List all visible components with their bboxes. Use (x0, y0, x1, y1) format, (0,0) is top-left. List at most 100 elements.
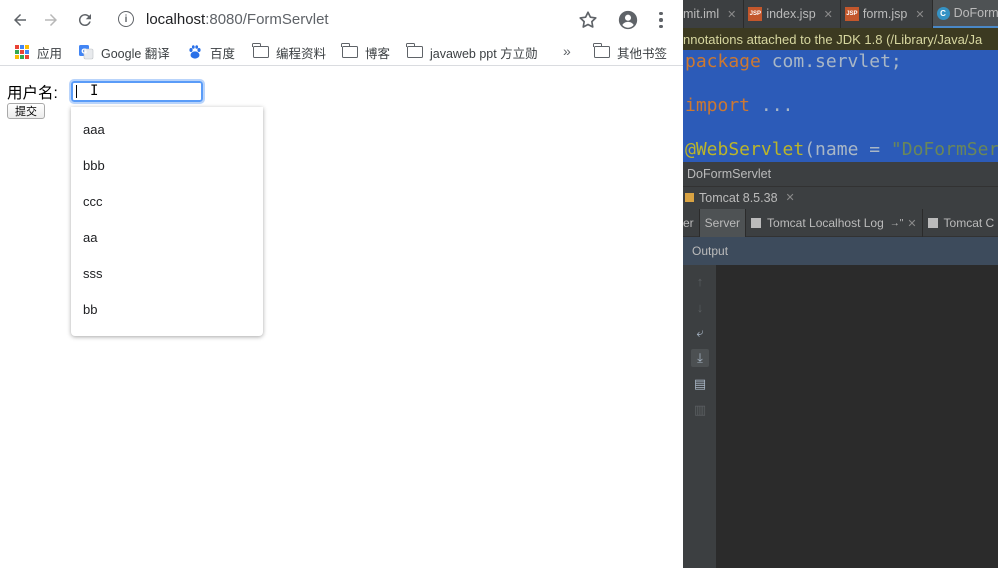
code-line: @WebServlet(name = "DoFormSer (685, 139, 998, 160)
autocomplete-option[interactable]: aa (71, 219, 263, 255)
tomcat-icon (685, 193, 694, 202)
server-tab-bar: er Server Tomcat Localhost Log →" ✕ Tomcat… (683, 209, 998, 237)
scroll-up-icon[interactable]: ↑ (691, 272, 709, 290)
log-icon (927, 218, 938, 228)
google-translate-icon: G (78, 44, 94, 60)
autocomplete-option[interactable]: bbb (71, 147, 263, 183)
submit-button[interactable]: 提交 (7, 103, 45, 119)
close-icon[interactable]: ✕ (915, 8, 924, 21)
folder-icon (341, 43, 358, 60)
autocomplete-option[interactable]: bb (71, 291, 263, 327)
code-annotation: @WebServlet (685, 139, 805, 160)
code-text: com.servlet; (760, 51, 902, 72)
bookmarks-overflow-button[interactable]: » (563, 43, 571, 59)
bookmarks-bar: 应用 G Google 翻译 百度 编程资料 博客 javaweb ppt 方立… (0, 38, 683, 66)
autocomplete-dropdown: aaa bbb ccc aa sss bb (71, 107, 263, 336)
jsp-file-icon: JSP (748, 7, 763, 21)
close-icon[interactable]: ✕ (727, 8, 736, 21)
bookmark-label: 博客 (365, 46, 391, 61)
tab-server[interactable]: Server (699, 209, 747, 237)
bookmark-apps[interactable]: 应用 (14, 42, 62, 62)
text-caret (76, 85, 77, 98)
jdk-annotations-notice: nnotations attached to the JDK 1.8 (/Lib… (683, 28, 998, 50)
baidu-icon (187, 44, 203, 60)
folder-icon (406, 43, 423, 60)
autocomplete-option[interactable]: sss (71, 255, 263, 291)
tab-label: form.jsp (862, 7, 908, 21)
bookmark-label: 百度 (210, 46, 236, 61)
bookmark-baidu[interactable]: 百度 (187, 42, 235, 62)
code-string: "DoFormSer (890, 139, 998, 160)
bookmark-folder-blog[interactable]: 博客 (341, 42, 391, 62)
close-icon[interactable]: ✕ (907, 217, 916, 230)
editor-breadcrumb[interactable]: DoFormServlet (683, 162, 998, 186)
profile-avatar-icon[interactable] (617, 9, 639, 31)
bookmark-label: 应用 (37, 46, 63, 61)
soft-wrap-icon[interactable]: ⤶ (691, 324, 709, 342)
clear-all-icon[interactable]: ▥ (691, 401, 709, 419)
pin-icon: →" (889, 217, 904, 229)
bookmark-star-icon[interactable] (577, 9, 599, 31)
print-icon[interactable]: ▤ (691, 375, 709, 393)
tab-label: er (683, 216, 694, 230)
browser-window: i localhost:8080/FormServlet 应用 G Google… (0, 0, 683, 568)
tab-tomcat-localhost-log[interactable]: Tomcat Localhost Log →" ✕ (746, 209, 923, 237)
folder-icon (593, 43, 610, 60)
tab-form-jsp[interactable]: JSP form.jsp ✕ (841, 0, 933, 28)
address-bar[interactable]: i localhost:8080/FormServlet (108, 5, 608, 33)
tab-label: Server (704, 216, 741, 230)
jsp-file-icon: JSP (844, 7, 859, 21)
browser-toolbar: i localhost:8080/FormServlet (0, 0, 683, 38)
close-icon[interactable]: ✕ (786, 191, 795, 204)
tab-label: mit.iml (683, 7, 720, 21)
bookmark-label: Google 翻译 (101, 46, 170, 61)
url-text: localhost:8080/FormServlet (146, 11, 329, 28)
console-output[interactable] (716, 265, 998, 568)
username-input[interactable]: I (69, 79, 205, 104)
back-icon[interactable] (9, 9, 31, 31)
code-text: (name = (804, 139, 891, 160)
bookmark-folder-javaweb[interactable]: javaweb ppt 方立勋 (406, 42, 538, 62)
tab-tomcat-catalina-log[interactable]: Tomcat C (923, 209, 998, 237)
folder-icon (252, 43, 269, 60)
code-text: ... (750, 95, 794, 116)
code-keyword: package (685, 51, 761, 72)
tab-label: Tomcat Localhost Log (767, 216, 884, 230)
tab-label: DoForm (953, 6, 998, 20)
tab-doform-servlet[interactable]: C DoForm (932, 0, 998, 28)
apps-icon (14, 44, 30, 60)
forward-icon[interactable] (40, 9, 62, 31)
url-host: localhost (146, 10, 206, 28)
code-line: package com.servlet; (685, 51, 902, 72)
ide-window: mit.iml ✕ JSP index.jsp ✕ JSP form.jsp ✕ C DoF… (683, 0, 998, 568)
code-line: import ... (685, 95, 793, 116)
code-editor[interactable]: package com.servlet; import ... @WebServ… (683, 50, 998, 162)
site-info-icon[interactable]: i (118, 11, 134, 27)
bookmark-label: javaweb ppt 方立勋 (430, 46, 538, 61)
close-icon[interactable]: ✕ (824, 8, 833, 21)
reload-icon[interactable] (74, 9, 96, 31)
tab-label: Tomcat C (943, 216, 995, 230)
scroll-to-end-icon[interactable]: ⤓ (691, 349, 709, 367)
bookmark-google-translate[interactable]: G Google 翻译 (78, 42, 170, 62)
run-config-label: Tomcat 8.5.38 (699, 190, 778, 205)
url-path: :8080/FormServlet (205, 10, 329, 28)
bookmark-label: 其他书签 (617, 46, 668, 61)
run-config-tab[interactable]: Tomcat 8.5.38 ✕ (683, 186, 998, 208)
tab-label: index.jsp (766, 7, 816, 21)
bookmark-folder-other[interactable]: 其他书签 (593, 42, 668, 62)
kebab-menu-icon[interactable] (650, 9, 672, 31)
code-keyword: import (685, 95, 751, 116)
scroll-down-icon[interactable]: ↓ (691, 298, 709, 316)
log-icon (751, 218, 762, 228)
tab-index-jsp[interactable]: JSP index.jsp ✕ (744, 0, 841, 28)
ibeam-cursor-icon: I (90, 83, 99, 99)
autocomplete-option[interactable]: ccc (71, 183, 263, 219)
username-label: 用户名: (7, 85, 58, 102)
autocomplete-option[interactable]: aaa (71, 111, 263, 147)
tab-deployment[interactable]: er (683, 209, 700, 237)
bookmark-folder-programming[interactable]: 编程资料 (252, 42, 326, 62)
console-toolbar: ↑ ↓ ⤶ ⤓ ▤ ▥ (683, 265, 716, 568)
class-file-icon: C (936, 6, 950, 20)
tab-mit-iml[interactable]: mit.iml ✕ (683, 0, 745, 28)
